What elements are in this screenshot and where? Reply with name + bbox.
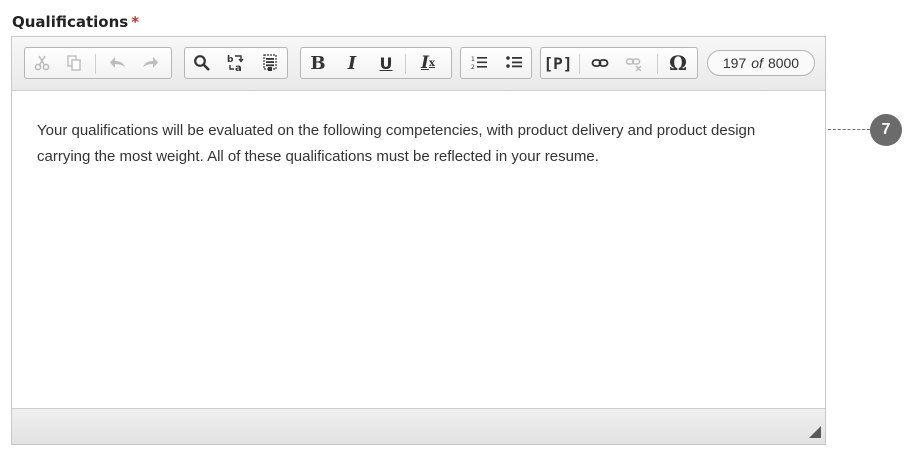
unlink-icon: [625, 58, 642, 72]
unlink-button[interactable]: [619, 48, 649, 78]
insert-group: [P] Ω: [540, 47, 698, 79]
list-group: 1 2: [460, 47, 532, 79]
link-icon: [591, 59, 609, 67]
editor-content[interactable]: Your qualifications will be evaluated on…: [12, 91, 825, 409]
redo-button[interactable]: [135, 48, 165, 78]
undo-button[interactable]: [103, 48, 133, 78]
character-count-current: 197: [722, 55, 747, 71]
svg-text:a: a: [235, 63, 242, 73]
qualifications-text: Your qualifications will be evaluated on…: [37, 122, 756, 165]
separator: [405, 54, 406, 74]
separator: [95, 54, 96, 74]
paragraph-button[interactable]: [P]: [543, 48, 573, 78]
editor-toolbar: b a B I U I x 1 2 [P] Ω 197 of 8000: [12, 37, 825, 91]
field-label-text: Qualifications: [12, 13, 129, 31]
numbered-list-button[interactable]: 1 2: [464, 48, 494, 78]
magnifier-icon: [194, 55, 210, 71]
format-group: B I U Ix: [300, 47, 452, 79]
bulleted-list-button[interactable]: [499, 48, 529, 78]
underline-button[interactable]: U: [371, 48, 401, 78]
undo-icon: [110, 57, 125, 68]
rich-text-editor: b a B I U I x 1 2 [P] Ω 197 of 8000 Your…: [11, 36, 826, 445]
find-group: b a: [184, 47, 288, 79]
character-count-of: of: [751, 55, 763, 71]
separator: [657, 54, 658, 74]
select-all-icon: [263, 54, 277, 71]
callout-badge: 7: [870, 114, 902, 146]
field-label: Qualifications *: [12, 13, 139, 31]
copy-button[interactable]: [59, 48, 89, 78]
svg-text:b: b: [227, 55, 234, 65]
character-count-max: 8000: [767, 55, 800, 71]
remove-format-label: I: [421, 53, 429, 73]
scissors-icon: [34, 55, 50, 71]
redo-icon: [143, 57, 158, 68]
editor-statusbar: [12, 408, 825, 444]
character-counter: 197 of 8000: [707, 50, 815, 76]
svg-text:1: 1: [471, 56, 475, 63]
replace-button[interactable]: b a: [221, 48, 251, 78]
resize-handle-icon[interactable]: [809, 426, 821, 438]
clipboard-history-group: [24, 47, 172, 79]
remove-format-sub: x: [428, 57, 435, 69]
link-button[interactable]: [585, 48, 615, 78]
italic-button[interactable]: I: [337, 48, 367, 78]
copy-icon: [67, 55, 81, 71]
callout-connector: [828, 129, 870, 130]
special-character-button[interactable]: Ω: [663, 48, 693, 78]
bulleted-list-icon: [506, 56, 522, 68]
remove-format-button[interactable]: Ix: [413, 48, 443, 78]
required-marker: *: [131, 13, 140, 31]
separator: [579, 54, 580, 74]
find-replace-icon: b a: [227, 55, 244, 73]
svg-text:2: 2: [471, 64, 475, 71]
cut-button[interactable]: [27, 48, 57, 78]
numbered-list-icon: 1 2: [471, 56, 487, 71]
find-button[interactable]: [187, 48, 217, 78]
bold-button[interactable]: B: [303, 48, 333, 78]
select-all-button[interactable]: [255, 48, 285, 78]
